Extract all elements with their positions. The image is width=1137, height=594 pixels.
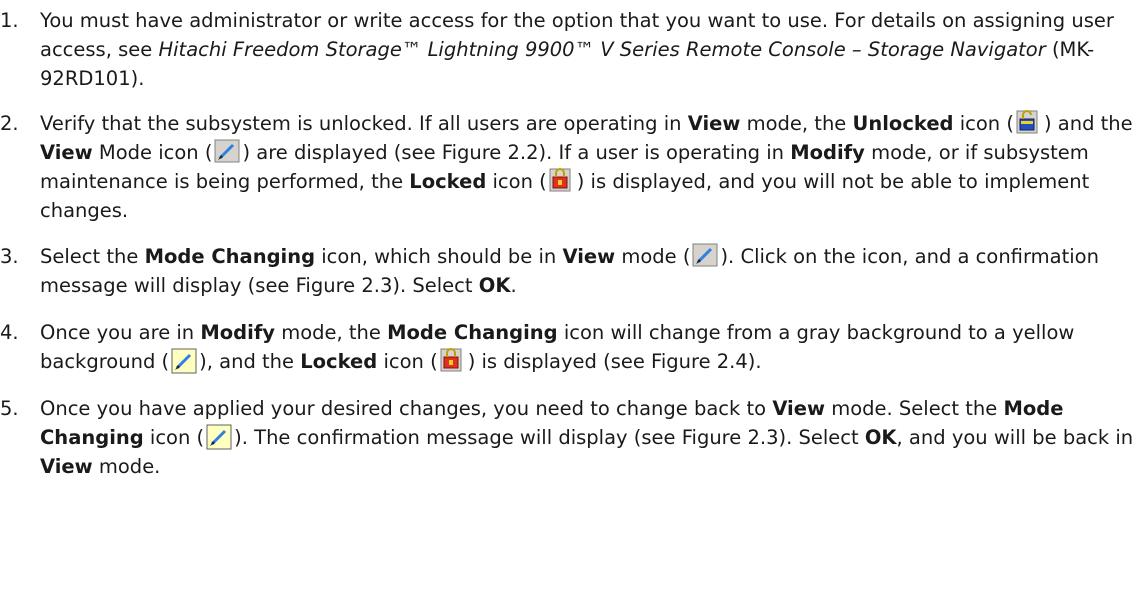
- step-text: Verify that the subsystem is unlocked. I…: [40, 112, 688, 135]
- view-mode-icon: [692, 243, 718, 269]
- step-text: ) and the: [1043, 112, 1133, 135]
- unlocked-icon: [1016, 110, 1042, 136]
- ok-term: OK: [478, 274, 511, 297]
- mode-term: Modify: [200, 321, 276, 344]
- step-text: mode, the: [740, 112, 853, 135]
- step-text: Mode icon (: [92, 141, 213, 164]
- icon-term: Locked: [409, 170, 487, 193]
- step-text: icon (: [953, 112, 1014, 135]
- ok-term: OK: [864, 426, 897, 449]
- modify-mode-icon: [206, 424, 232, 450]
- icon-term: Locked: [300, 350, 378, 373]
- step-text: ). The confirmation message will display…: [234, 426, 865, 449]
- list-item: 3. Select the Mode Changing icon, which …: [0, 242, 1137, 300]
- mode-term: View: [40, 455, 93, 478]
- step-number: 3.: [0, 245, 19, 268]
- step-number: 2.: [0, 112, 19, 135]
- view-mode-icon: [214, 139, 240, 165]
- step-text: Once you are in: [40, 321, 201, 344]
- mode-term: Modify: [790, 141, 865, 164]
- list-item: 1. You must have administrator or write …: [0, 6, 1137, 93]
- locked-icon: [549, 168, 575, 194]
- step-text: Once you have applied your desired chang…: [40, 397, 773, 420]
- instruction-list: 1. You must have administrator or write …: [0, 0, 1137, 481]
- mode-term: View: [687, 112, 741, 135]
- step-text: mode.: [92, 455, 161, 478]
- step-text: icon (: [486, 170, 547, 193]
- step-text: ) is displayed (see Figure 2.4).: [467, 350, 762, 373]
- step-text: .: [510, 274, 517, 297]
- step-text: mode, the: [275, 321, 388, 344]
- step-text: icon, which should be in: [315, 245, 563, 268]
- list-item: 2. Verify that the subsystem is unlocked…: [0, 109, 1137, 225]
- icon-term: Mode Changing: [387, 321, 558, 344]
- mode-term: View: [772, 397, 825, 420]
- list-item: 5. Once you have applied your desired ch…: [0, 394, 1137, 481]
- icon-term: Mode Changing: [144, 245, 316, 268]
- step-text: icon (: [143, 426, 205, 449]
- step-number: 4.: [0, 321, 19, 344]
- modify-mode-icon: [171, 348, 197, 374]
- step-number: 1.: [0, 9, 19, 32]
- document-title: Hitachi Freedom Storage™ Lightning 9900™…: [158, 38, 1046, 61]
- step-text: Select the: [40, 245, 145, 268]
- icon-term: Unlocked: [852, 112, 954, 135]
- step-text: icon (: [377, 350, 438, 373]
- step-text: mode (: [615, 245, 691, 268]
- mode-term: View: [40, 141, 93, 164]
- locked-icon: [440, 348, 466, 374]
- list-item: 4. Once you are in Modify mode, the Mode…: [0, 318, 1137, 376]
- step-text: mode. Select the: [825, 397, 1004, 420]
- step-text: ) are displayed (see Figure 2.2). If a u…: [242, 141, 791, 164]
- step-number: 5.: [0, 397, 19, 420]
- step-text: ), and the: [199, 350, 301, 373]
- mode-term: View: [562, 245, 616, 268]
- step-text: , and you will be back in: [896, 426, 1134, 449]
